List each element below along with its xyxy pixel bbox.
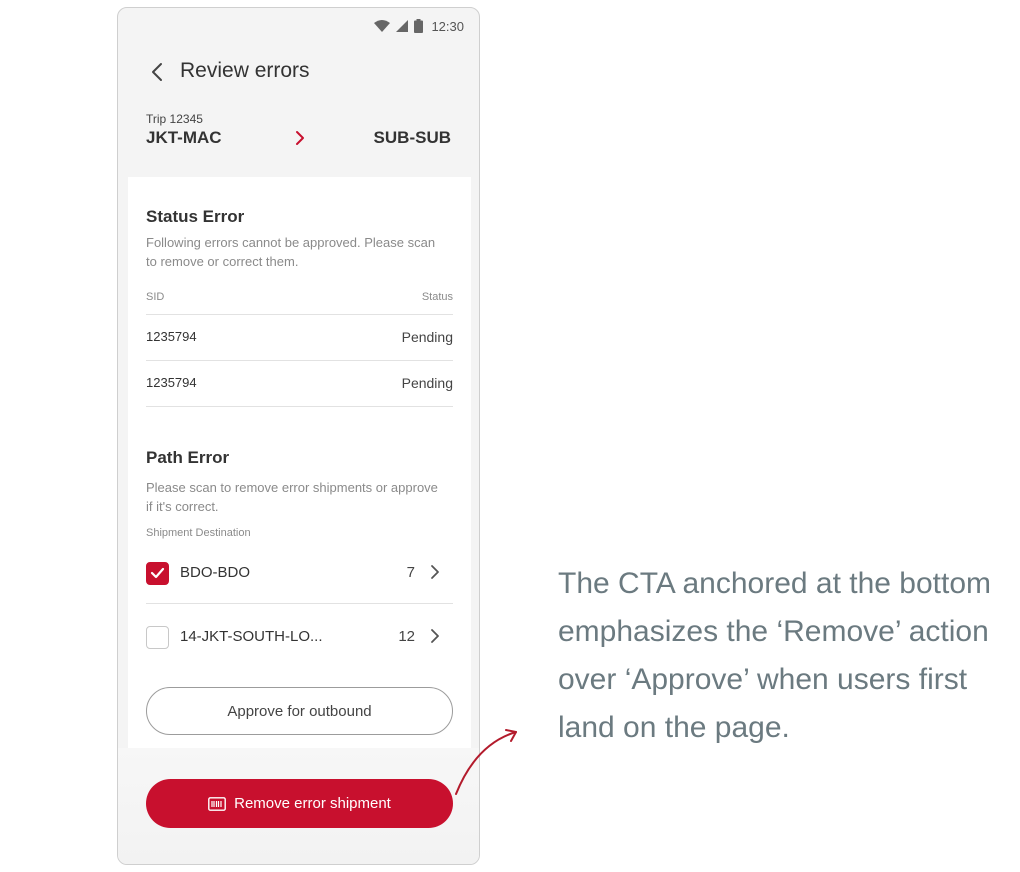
remove-error-shipment-button[interactable]: Remove error shipment	[146, 779, 453, 828]
path-error-card: Path Error Please scan to remove error s…	[128, 426, 471, 748]
destination-count: 7	[406, 564, 415, 581]
table-row[interactable]: 1235794 Pending	[146, 315, 453, 361]
row-sid: 1235794	[146, 375, 197, 390]
remove-error-shipment-label: Remove error shipment	[234, 795, 391, 812]
column-header-sid: SID	[146, 291, 165, 303]
divider	[146, 406, 453, 407]
destination-label: BDO-BDO	[180, 564, 251, 581]
wifi-icon	[374, 19, 391, 32]
annotation-text: The CTA anchored at the bottom emphasize…	[558, 567, 992, 744]
divider	[146, 603, 453, 604]
column-header-status: Status	[421, 291, 453, 303]
pointer-arrow-icon	[455, 729, 517, 795]
phone-frame: 12:30 Review errors Trip 12345 JKT-MAC S…	[117, 7, 480, 865]
destination-row-bdo-bdo[interactable]: BDO-BDO 7	[146, 548, 453, 598]
battery-icon	[414, 19, 424, 33]
chevron-right-icon[interactable]	[429, 627, 441, 645]
checkmark-icon	[150, 567, 165, 579]
back-arrow-icon[interactable]	[148, 61, 168, 83]
bottom-cta-bar: Remove error shipment	[118, 748, 479, 864]
barcode-scanner-icon	[208, 796, 227, 811]
cellular-signal-icon	[396, 20, 409, 32]
destination-label: 14-JKT-SOUTH-LO...	[180, 628, 323, 645]
row-status: Pending	[401, 375, 453, 391]
destination-row-14-jkt-south[interactable]: 14-JKT-SOUTH-LO... 12	[146, 612, 453, 662]
status-bar: 12:30	[118, 8, 479, 44]
checkbox-checked[interactable]	[146, 562, 169, 585]
path-error-title: Path Error	[146, 448, 230, 467]
shipment-destination-label: Shipment Destination	[146, 527, 251, 539]
page-title: Review errors	[180, 59, 310, 82]
checkbox-unchecked[interactable]	[146, 626, 169, 649]
status-error-title: Status Error	[146, 207, 245, 226]
status-error-description: Following errors cannot be approved. Ple…	[146, 235, 436, 269]
status-time: 12:30	[431, 18, 464, 34]
path-error-description: Please scan to remove error shipments or…	[146, 480, 438, 514]
status-error-card: Status Error Following errors cannot be …	[128, 177, 471, 426]
row-sid: 1235794	[146, 329, 197, 344]
row-status: Pending	[401, 329, 453, 345]
trip-origin: JKT-MAC	[146, 128, 222, 147]
trip-summary: Trip 12345 JKT-MAC SUB-SUB	[118, 103, 479, 178]
destination-count: 12	[398, 628, 415, 645]
approve-for-outbound-button[interactable]: Approve for outbound	[146, 687, 453, 735]
chevron-right-icon	[296, 131, 304, 145]
table-row[interactable]: 1235794 Pending	[146, 361, 453, 407]
trip-id-label: Trip 12345	[146, 112, 203, 126]
chevron-right-icon[interactable]	[429, 563, 441, 581]
trip-destination: SUB-SUB	[373, 128, 451, 147]
app-header: Review errors	[118, 44, 479, 99]
